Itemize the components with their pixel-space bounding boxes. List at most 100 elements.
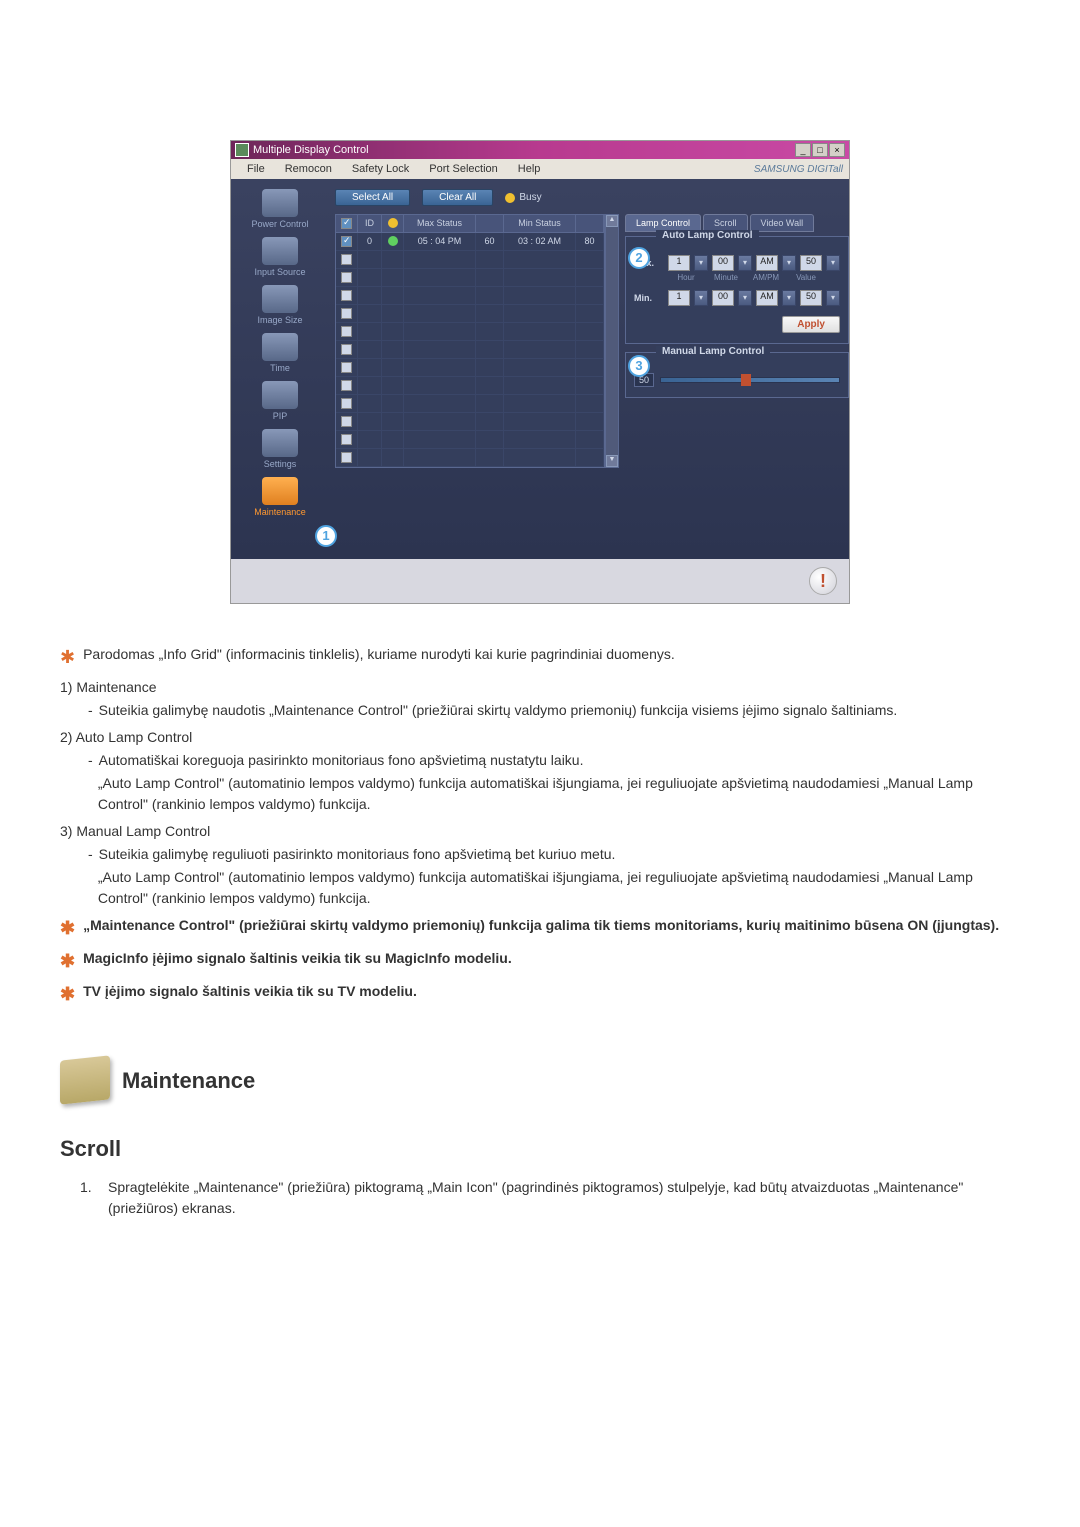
sidebar: Power Control Input Source Image Size Ti… <box>231 179 329 559</box>
min-minute-input[interactable]: 00 <box>712 290 734 306</box>
time-icon <box>262 333 298 361</box>
col-min-val[interactable] <box>576 215 604 232</box>
table-row[interactable] <box>336 395 604 413</box>
callout-3: 3 <box>628 355 650 377</box>
note-1: „Maintenance Control" (priežiūrai skirtų… <box>83 915 999 942</box>
row-checkbox[interactable] <box>341 236 352 247</box>
maintenance-section-icon <box>60 1055 110 1104</box>
table-row[interactable] <box>336 431 604 449</box>
sidebar-item-input[interactable]: Input Source <box>235 235 325 279</box>
info-icon[interactable]: ! <box>809 567 837 595</box>
item-2-desc2: „Auto Lamp Control" (automatinio lempos … <box>98 773 1020 815</box>
minimize-button[interactable]: _ <box>795 143 811 157</box>
maximize-button[interactable]: □ <box>812 143 828 157</box>
max-hour-dropdown[interactable]: ▾ <box>694 255 708 271</box>
subsection-title: Scroll <box>60 1132 1020 1165</box>
item-3-desc1: Suteikia galimybę reguliuoti pasirinkto … <box>99 844 616 865</box>
col-checkbox[interactable] <box>336 215 358 232</box>
table-row[interactable] <box>336 449 604 467</box>
app-title: Multiple Display Control <box>253 144 795 156</box>
table-row[interactable] <box>336 377 604 395</box>
min-hour-dropdown[interactable]: ▾ <box>694 290 708 306</box>
max-hour-input[interactable]: 1 <box>668 255 690 271</box>
col-max-status[interactable]: Max Status <box>404 215 476 232</box>
statusbar: ! <box>231 559 849 603</box>
apply-button[interactable]: Apply <box>782 316 840 333</box>
sidebar-item-time[interactable]: Time <box>235 331 325 375</box>
sidebar-item-settings[interactable]: Settings <box>235 427 325 471</box>
grid-scrollbar[interactable]: ▲ ▼ <box>605 214 619 468</box>
max-minute-dropdown[interactable]: ▾ <box>738 255 752 271</box>
table-row[interactable] <box>336 287 604 305</box>
table-row[interactable] <box>336 305 604 323</box>
min-value-input[interactable]: 50 <box>800 290 822 306</box>
maintenance-icon <box>262 477 298 505</box>
manual-lamp-slider[interactable] <box>660 377 840 383</box>
menu-safety[interactable]: Safety Lock <box>342 161 419 177</box>
max-value-dropdown[interactable]: ▾ <box>826 255 840 271</box>
auto-lamp-title: Auto Lamp Control <box>656 230 759 241</box>
table-row[interactable] <box>336 323 604 341</box>
min-ampm-input[interactable]: AM <box>756 290 778 306</box>
col-min-status[interactable]: Min Status <box>504 215 576 232</box>
clear-all-button[interactable]: Clear All <box>422 189 493 206</box>
table-row[interactable] <box>336 359 604 377</box>
menu-port[interactable]: Port Selection <box>419 161 507 177</box>
table-row[interactable] <box>336 269 604 287</box>
min-value-dropdown[interactable]: ▾ <box>826 290 840 306</box>
note-2: MagicInfo įėjimo signalo šaltinis veikia… <box>83 948 512 975</box>
sidebar-item-power[interactable]: Power Control <box>235 187 325 231</box>
item-3-desc2: „Auto Lamp Control" (automatinio lempos … <box>98 867 1020 909</box>
sidebar-item-image[interactable]: Image Size <box>235 283 325 327</box>
slider-thumb[interactable] <box>741 374 751 386</box>
item-2-desc1: Automatiškai koreguoja pasirinkto monito… <box>99 750 584 771</box>
max-value-input[interactable]: 50 <box>800 255 822 271</box>
min-minute-dropdown[interactable]: ▾ <box>738 290 752 306</box>
star-icon: ✱ <box>60 644 75 671</box>
item-1-desc: Suteikia galimybę naudotis „Maintenance … <box>99 700 898 721</box>
min-ampm-dropdown[interactable]: ▾ <box>782 290 796 306</box>
min-hour-input[interactable]: 1 <box>668 290 690 306</box>
table-row[interactable] <box>336 251 604 269</box>
star-icon: ✱ <box>60 981 75 1008</box>
table-row[interactable] <box>336 413 604 431</box>
col-max-val[interactable] <box>476 215 504 232</box>
max-ampm-dropdown[interactable]: ▾ <box>782 255 796 271</box>
col-id[interactable]: ID <box>358 215 382 232</box>
menu-remocon[interactable]: Remocon <box>275 161 342 177</box>
scroll-up-button[interactable]: ▲ <box>606 215 618 227</box>
info-grid: ID Max Status Min Status 0 <box>335 214 605 468</box>
menu-file[interactable]: File <box>237 161 275 177</box>
max-ampm-input[interactable]: AM <box>756 255 778 271</box>
item-2-heading: 2) Auto Lamp Control <box>60 727 1020 748</box>
document-content: ✱ Parodomas „Info Grid" (informacinis ti… <box>60 644 1020 1219</box>
menu-help[interactable]: Help <box>508 161 551 177</box>
main-panel: Select All Clear All Busy ID <box>329 179 855 559</box>
tab-video-wall[interactable]: Video Wall <box>750 214 815 232</box>
select-all-button[interactable]: Select All <box>335 189 410 206</box>
item-1-heading: 1) Maintenance <box>60 677 1020 698</box>
scroll-down-button[interactable]: ▼ <box>606 455 618 467</box>
max-minute-input[interactable]: 00 <box>712 255 734 271</box>
menubar: File Remocon Safety Lock Port Selection … <box>231 159 849 179</box>
settings-icon <box>262 429 298 457</box>
star-icon: ✱ <box>60 948 75 975</box>
close-button[interactable]: × <box>829 143 845 157</box>
min-label: Min. <box>634 293 664 303</box>
table-row[interactable]: 0 05 : 04 PM 60 03 : 02 AM 80 <box>336 233 604 251</box>
power-dot-icon <box>388 236 398 246</box>
manual-lamp-title: Manual Lamp Control <box>656 346 770 357</box>
pip-icon <box>262 381 298 409</box>
image-icon <box>262 285 298 313</box>
app-screenshot: Multiple Display Control _ □ × File Remo… <box>230 140 850 604</box>
section-title: Maintenance <box>122 1064 255 1097</box>
brand-label: SAMSUNG DIGITall <box>754 164 843 175</box>
star-icon: ✱ <box>60 915 75 942</box>
app-icon <box>235 143 249 157</box>
table-row[interactable] <box>336 341 604 359</box>
sidebar-item-pip[interactable]: PIP <box>235 379 325 423</box>
note-3: TV įėjimo signalo šaltinis veikia tik su… <box>83 981 417 1008</box>
col-power[interactable] <box>382 215 404 232</box>
intro-text: Parodomas „Info Grid" (informacinis tink… <box>83 644 675 671</box>
sidebar-item-maintenance[interactable]: Maintenance <box>235 475 325 519</box>
